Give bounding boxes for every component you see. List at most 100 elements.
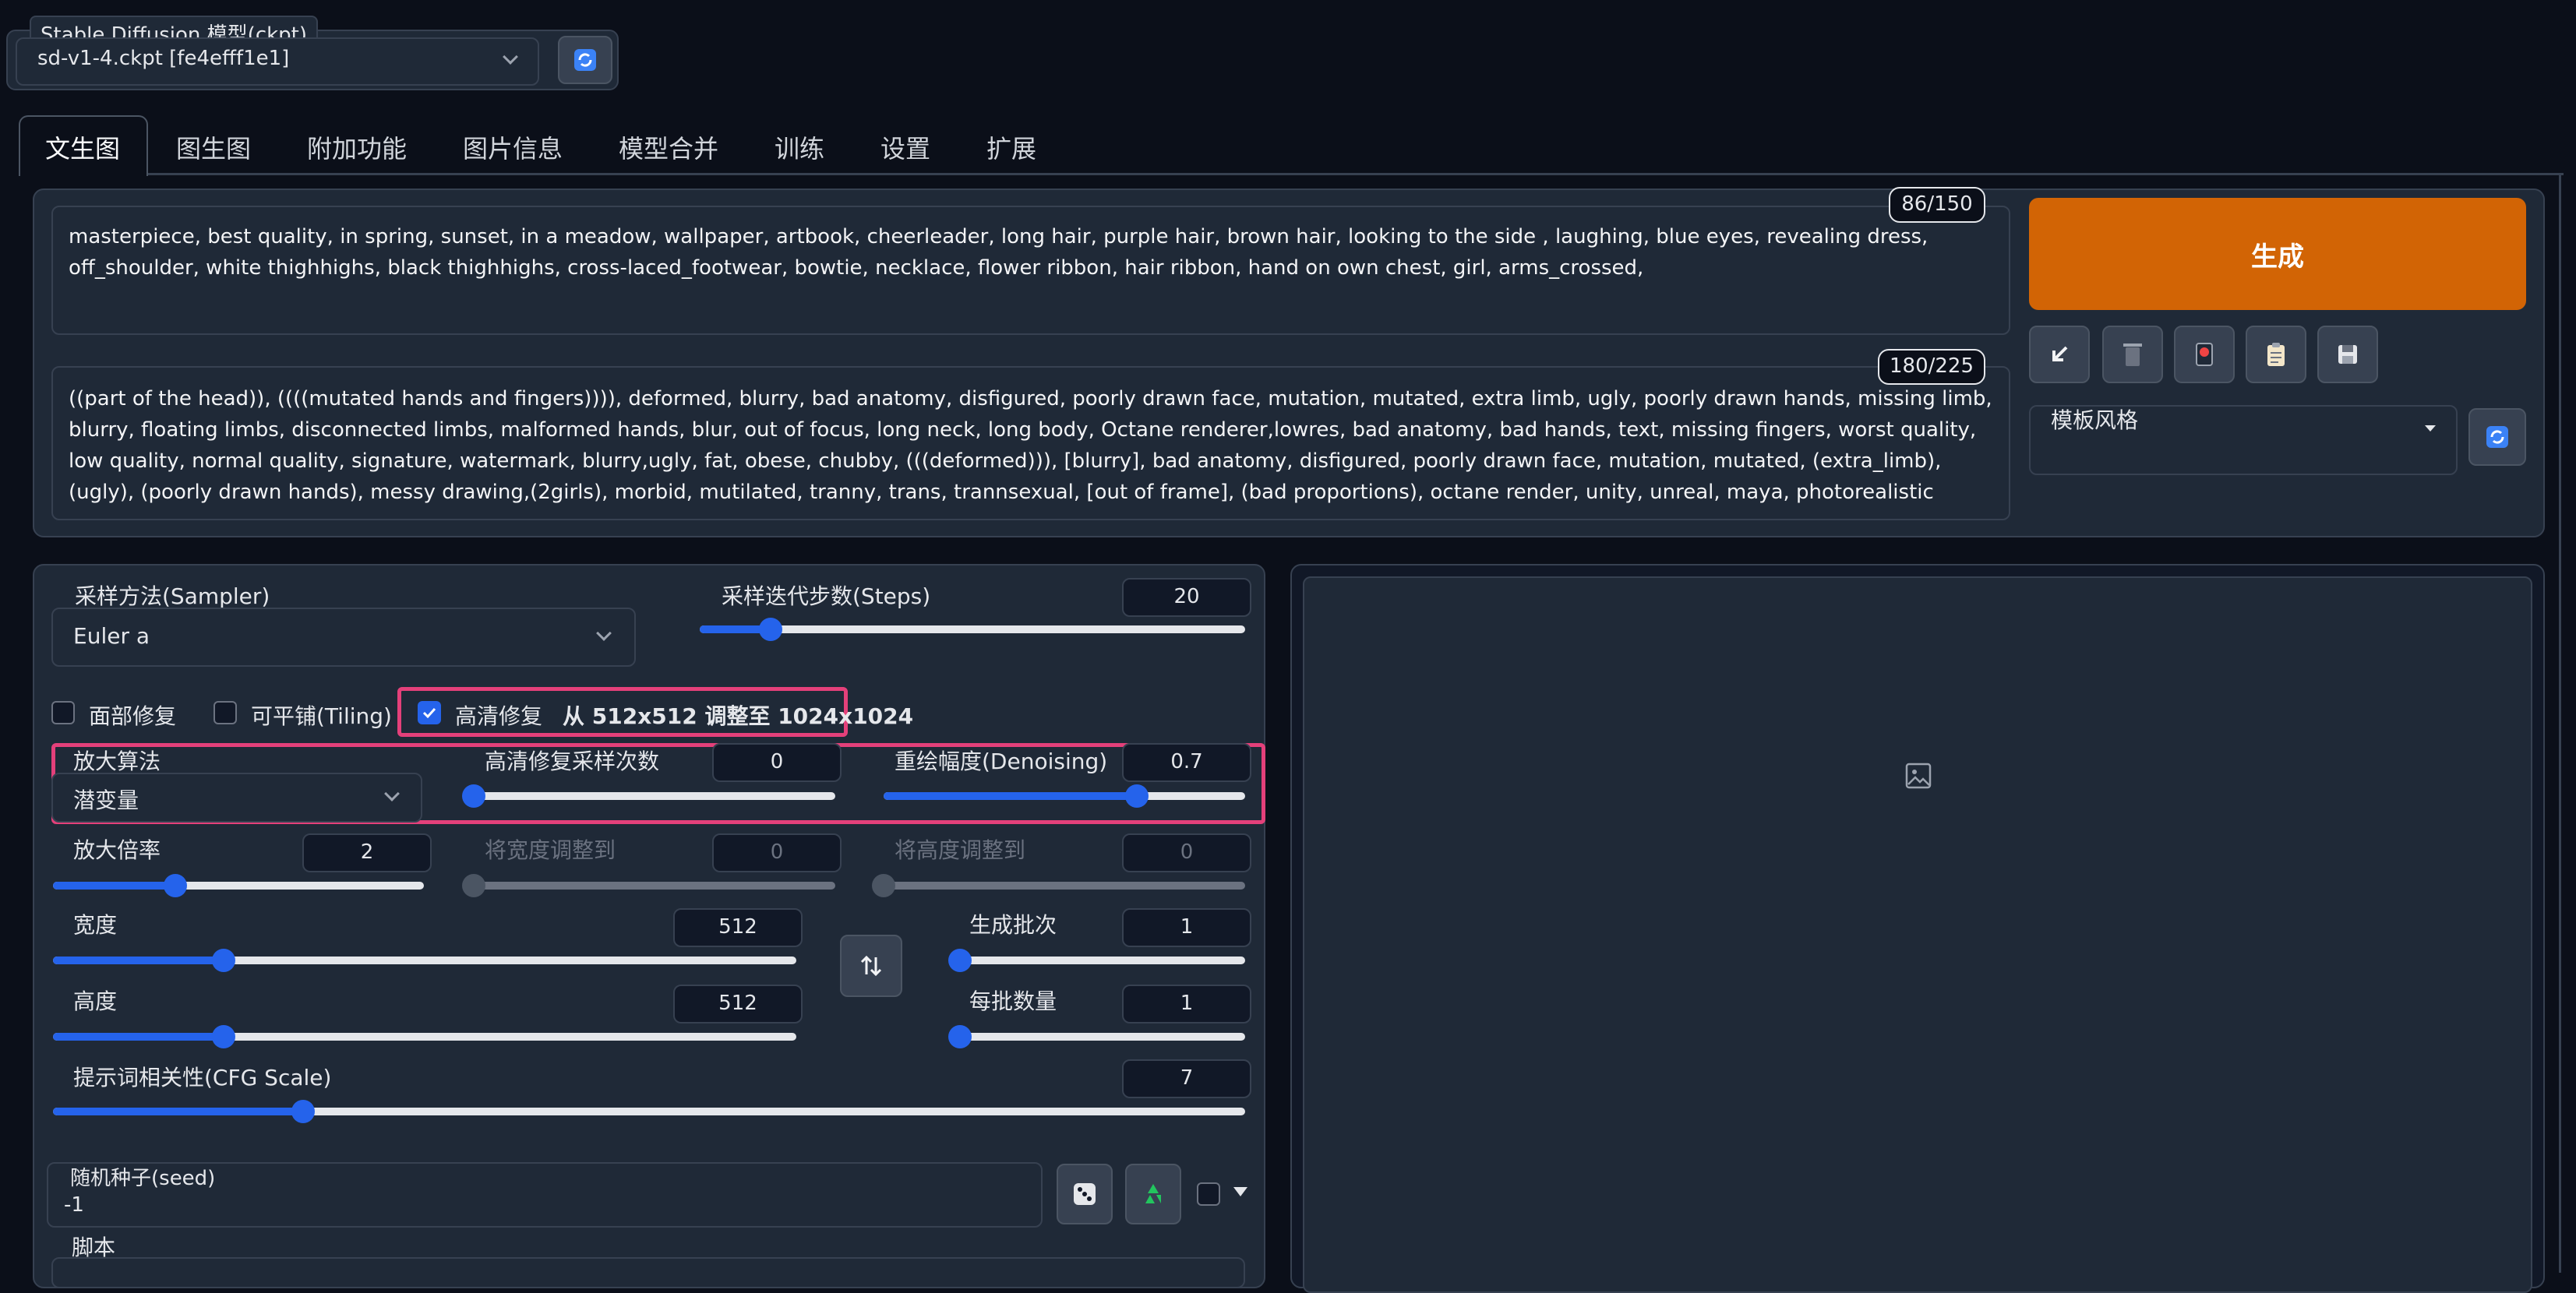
generate-button[interactable]: 生成 <box>2029 198 2526 310</box>
model-dropdown[interactable]: sd-v1-4.ckpt [fe4efff1e1] <box>16 37 539 86</box>
refresh-styles-button[interactable] <box>2468 408 2526 466</box>
hires-steps-label: 高清修复采样次数 <box>485 749 660 774</box>
denoising-input[interactable]: 0.7 <box>1122 743 1251 782</box>
prompt-text: masterpiece, best quality, in spring, su… <box>69 225 1928 280</box>
styles-dropdown[interactable]: 模板风格 <box>2029 405 2458 475</box>
upscaler-dropdown[interactable]: 潜变量 <box>51 773 422 823</box>
sampler-label: 采样方法(Sampler) <box>75 583 270 609</box>
prompt-textarea[interactable]: masterpiece, best quality, in spring, su… <box>51 206 2010 335</box>
chevron-down-icon <box>384 786 400 802</box>
negative-prompt-textarea[interactable]: ((part of the head)), ((((mutated hands … <box>51 366 2010 520</box>
hires-steps-slider[interactable] <box>462 784 835 808</box>
batch-count-slider[interactable] <box>948 949 1245 972</box>
upscale-by-label: 放大倍率 <box>73 837 161 863</box>
resize-height-slider[interactable] <box>872 874 1245 897</box>
refresh-model-button[interactable] <box>558 36 612 84</box>
swap-dimensions-button[interactable] <box>840 935 902 997</box>
generate-label: 生成 <box>2251 241 2304 273</box>
output-gallery[interactable] <box>1303 576 2532 1293</box>
tab-png-info[interactable]: 图片信息 <box>463 129 563 165</box>
resize-height-label: 将高度调整到 <box>895 837 1026 863</box>
model-value: sd-v1-4.ckpt [fe4efff1e1] <box>37 47 290 70</box>
tab-train[interactable]: 训练 <box>775 129 824 165</box>
clipboard-icon <box>2267 343 2285 366</box>
steps-label: 采样迭代步数(Steps) <box>722 583 931 609</box>
tab-txt2img[interactable]: 文生图 <box>45 129 120 165</box>
refresh-icon <box>2486 426 2508 448</box>
floppy-disk-icon <box>2338 345 2357 364</box>
batch-size-slider[interactable] <box>948 1025 1245 1048</box>
script-dropdown[interactable] <box>51 1257 1245 1288</box>
resize-height-input[interactable]: 0 <box>1122 833 1251 872</box>
tab-extras[interactable]: 附加功能 <box>307 129 407 165</box>
hires-steps-input[interactable]: 0 <box>712 743 842 782</box>
read-params-button[interactable] <box>2029 326 2090 383</box>
upscale-by-slider[interactable] <box>53 874 424 897</box>
refresh-icon <box>574 49 596 71</box>
seed-field[interactable]: 随机种子(seed) -1 <box>47 1162 1043 1228</box>
tab-img2img[interactable]: 图生图 <box>176 129 251 165</box>
negative-prompt-text: ((part of the head)), ((((mutated hands … <box>69 387 1992 504</box>
height-slider[interactable] <box>53 1025 796 1048</box>
upscaler-label: 放大算法 <box>73 749 161 774</box>
face-restore-label: 面部修复 <box>89 703 177 729</box>
width-slider[interactable] <box>53 949 796 972</box>
tab-bar-line <box>148 173 2564 175</box>
resize-width-input[interactable]: 0 <box>712 833 842 872</box>
swap-arrows-icon <box>860 955 882 977</box>
random-seed-button[interactable] <box>1057 1164 1113 1224</box>
tab-settings[interactable]: 设置 <box>880 129 930 165</box>
flower-card-icon <box>2196 343 2213 366</box>
arrow-down-left-icon <box>2052 346 2068 361</box>
extra-networks-button[interactable] <box>2174 326 2235 383</box>
chevron-down-icon <box>503 49 518 65</box>
upscale-by-input[interactable]: 2 <box>302 833 432 872</box>
tiling-checkbox[interactable] <box>213 701 237 724</box>
cfg-label: 提示词相关性(CFG Scale) <box>73 1065 332 1090</box>
styles-label: 模板风格 <box>2051 407 2139 433</box>
sampler-dropdown[interactable]: Euler a <box>51 608 636 667</box>
save-style-button[interactable] <box>2317 326 2378 383</box>
image-placeholder-icon <box>1905 763 1932 789</box>
clear-prompt-button[interactable] <box>2102 326 2163 383</box>
caret-down-icon <box>2425 425 2436 432</box>
height-input[interactable]: 512 <box>673 985 803 1023</box>
chevron-down-icon <box>596 625 612 641</box>
tab-border-right <box>2559 173 2561 1273</box>
cfg-input[interactable]: 7 <box>1122 1059 1251 1098</box>
apply-style-button[interactable] <box>2246 326 2306 383</box>
checkmark-icon <box>422 707 436 719</box>
negative-prompt-token-counter: 180/225 <box>1878 349 1985 385</box>
hires-info: 从 512x512 调整至 1024x1024 <box>563 703 914 729</box>
denoising-label: 重绘幅度(Denoising) <box>895 749 1108 774</box>
upscaler-value: 潜变量 <box>73 787 139 813</box>
steps-input[interactable]: 20 <box>1122 578 1251 617</box>
seed-value: -1 <box>64 1193 84 1217</box>
tiling-label: 可平铺(Tiling) <box>251 703 392 729</box>
prompt-token-counter: 86/150 <box>1889 187 1985 223</box>
resize-width-label: 将宽度调整到 <box>485 837 616 863</box>
batch-size-input[interactable]: 1 <box>1122 985 1251 1023</box>
batch-count-input[interactable]: 1 <box>1122 908 1251 947</box>
dice-icon <box>1074 1183 1096 1205</box>
height-label: 高度 <box>73 988 118 1014</box>
reuse-seed-button[interactable] <box>1125 1164 1181 1224</box>
face-restore-checkbox[interactable] <box>51 701 75 724</box>
sampler-value: Euler a <box>73 623 150 649</box>
trash-icon <box>2123 344 2142 366</box>
hires-label: 高清修复 <box>455 703 543 729</box>
caret-down-icon[interactable] <box>1233 1186 1248 1198</box>
width-label: 宽度 <box>73 912 118 938</box>
tab-merge[interactable]: 模型合并 <box>619 129 718 165</box>
resize-width-slider[interactable] <box>462 874 835 897</box>
recycle-icon <box>1145 1184 1161 1203</box>
cfg-slider[interactable] <box>53 1100 1245 1123</box>
seed-label: 随机种子(seed) <box>70 1167 216 1190</box>
width-input[interactable]: 512 <box>673 908 803 947</box>
tab-extensions[interactable]: 扩展 <box>986 129 1036 165</box>
hires-checkbox[interactable] <box>418 701 441 724</box>
extra-seed-checkbox[interactable] <box>1197 1182 1220 1206</box>
steps-slider[interactable] <box>700 618 1245 641</box>
batch-count-label: 生成批次 <box>969 912 1057 938</box>
denoising-slider[interactable] <box>884 784 1245 808</box>
